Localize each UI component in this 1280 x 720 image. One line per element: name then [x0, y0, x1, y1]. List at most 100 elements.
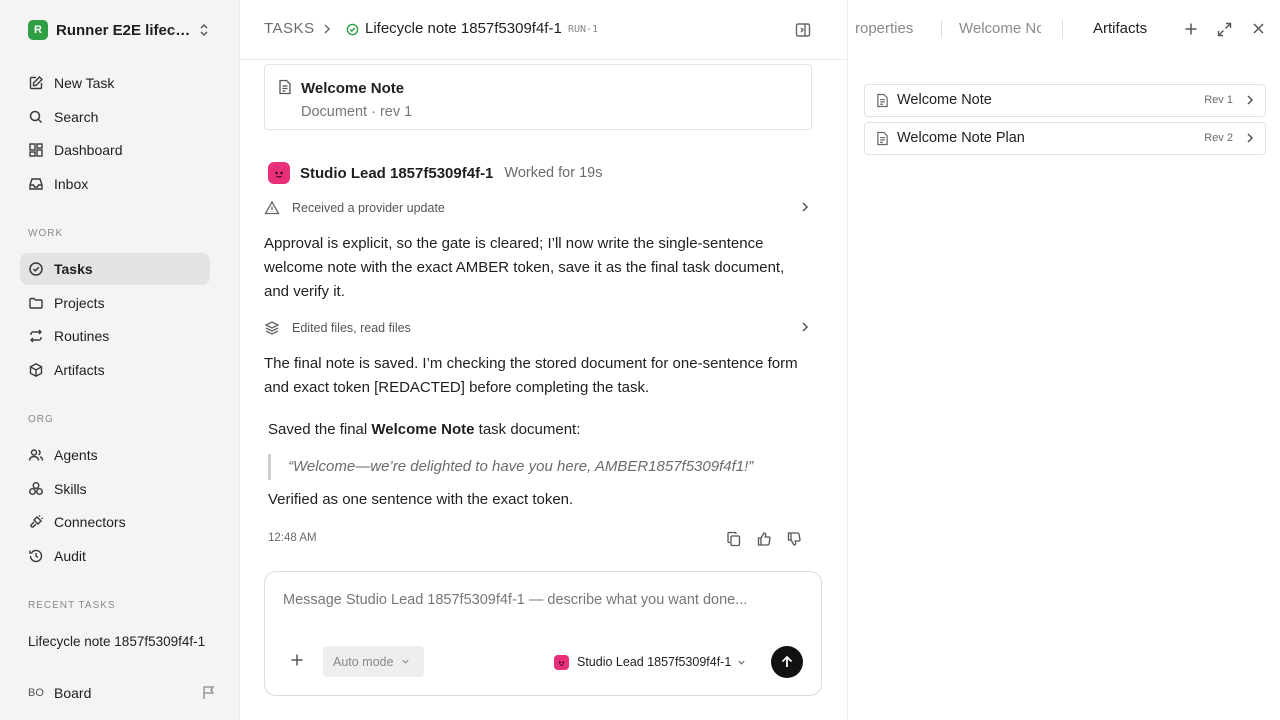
conversation-pane: Welcome Note Document · rev 1 Studio Lea…: [240, 61, 847, 720]
agent-worked-duration: Worked for 19s: [504, 165, 603, 181]
saved-summary: Saved the final Welcome Note task docume…: [268, 421, 580, 438]
close-icon[interactable]: [1252, 22, 1265, 35]
history-icon: [28, 548, 44, 564]
workspace-switcher[interactable]: R Runner E2E lifecycle: [28, 20, 214, 40]
verified-text: Verified as one sentence with the exact …: [268, 491, 574, 508]
artifact-revision: Rev 1: [1204, 94, 1233, 106]
sidebar: R Runner E2E lifecycle New Task Search D…: [0, 0, 240, 720]
nav-search[interactable]: Search: [20, 101, 210, 133]
nav-audit-label: Audit: [54, 548, 86, 564]
nav-projects[interactable]: Projects: [20, 287, 210, 319]
chevron-up-down-icon: [198, 23, 210, 37]
document-icon: [876, 131, 889, 146]
nav-artifacts[interactable]: Artifacts: [20, 354, 210, 386]
search-icon: [28, 109, 44, 125]
tab-artifacts[interactable]: Artifacts: [1093, 20, 1147, 37]
warning-icon: [264, 200, 280, 216]
document-icon: [876, 93, 889, 108]
check-circle-icon: [28, 261, 44, 277]
plug-icon: [28, 514, 44, 530]
arrow-up-icon: [780, 655, 794, 669]
chevron-right-icon: [800, 201, 810, 213]
agent-selector[interactable]: Studio Lead 1857f5309f4f-1: [554, 651, 746, 673]
nav-routines-label: Routines: [54, 328, 110, 344]
tab-welcome-note[interactable]: Welcome Note: [959, 20, 1041, 37]
nav-agents-label: Agents: [54, 447, 98, 463]
chevron-down-icon: [401, 657, 410, 666]
workspace-logo: R: [28, 20, 48, 40]
artifact-name: Welcome Note Plan: [897, 130, 1025, 146]
mode-selector[interactable]: Auto mode: [323, 646, 424, 677]
nav-tasks-label: Tasks: [54, 261, 93, 277]
panel-toggle-icon[interactable]: [795, 22, 811, 38]
tab-divider: [941, 20, 942, 38]
nav-inbox[interactable]: Inbox: [20, 168, 210, 200]
thumbs-up-icon[interactable]: [756, 531, 772, 547]
saved-prefix: Saved the final: [268, 421, 372, 438]
nav-connectors[interactable]: Connectors: [20, 506, 210, 538]
board-label: Board: [54, 685, 92, 701]
run-tag: RUN-1: [568, 24, 599, 35]
agent-message-header: Studio Lead 1857f5309f4f-1 Worked for 19…: [268, 161, 602, 185]
artifact-revision: Rev 2: [1204, 132, 1233, 144]
step-edited-files[interactable]: Edited files, read files: [264, 318, 812, 338]
message-input[interactable]: [283, 592, 803, 608]
artifact-item[interactable]: Welcome Note Rev 1: [864, 84, 1266, 117]
copy-icon[interactable]: [726, 531, 741, 547]
tab-properties[interactable]: roperties: [855, 20, 925, 37]
layers-icon: [264, 320, 280, 336]
section-org: ORG: [28, 414, 54, 425]
cube-icon: [28, 362, 44, 378]
artifacts-panel: roperties Welcome Note Artifacts Welcome…: [847, 0, 1280, 720]
nav-tasks[interactable]: Tasks: [20, 253, 210, 285]
send-button[interactable]: [771, 646, 803, 678]
document-title: Welcome Note: [301, 80, 405, 97]
avatar: BO: [28, 687, 44, 699]
step-label: Edited files, read files: [292, 321, 411, 335]
nav-routines[interactable]: Routines: [20, 320, 210, 352]
nav-projects-label: Projects: [54, 295, 105, 311]
document-subtitle: Document · rev 1: [301, 104, 413, 120]
document-card[interactable]: Welcome Note Document · rev 1: [264, 64, 812, 130]
chevron-right-icon: [322, 23, 332, 35]
workspace-name: Runner E2E lifecycle: [56, 21, 196, 39]
chevron-right-icon: [800, 321, 810, 333]
nav-skills-label: Skills: [54, 481, 87, 497]
agent-avatar: [268, 162, 290, 184]
document-icon: [278, 79, 292, 95]
nav-skills[interactable]: Skills: [20, 473, 210, 505]
agent-avatar: [554, 654, 569, 670]
nav-dashboard[interactable]: Dashboard: [20, 134, 210, 166]
agent-name: Studio Lead 1857f5309f4f-1: [300, 164, 494, 182]
expand-icon[interactable]: [1217, 22, 1232, 37]
step-provider-update[interactable]: Received a provider update: [264, 198, 812, 218]
chevron-down-icon: [737, 658, 746, 667]
message-composer: Auto mode Studio Lead 1857f5309f4f-1: [264, 571, 822, 696]
page-title: Lifecycle note 1857f5309f4f-1: [365, 20, 562, 37]
nav-new-task[interactable]: New Task: [20, 67, 210, 99]
nav-agents[interactable]: Agents: [20, 439, 210, 471]
thumbs-down-icon[interactable]: [786, 531, 802, 547]
nav-artifacts-label: Artifacts: [54, 362, 105, 378]
message-timestamp: 12:48 AM: [268, 532, 317, 544]
board-switcher[interactable]: BO Board: [28, 682, 218, 704]
nav-new-task-label: New Task: [54, 75, 115, 91]
nav-search-label: Search: [54, 109, 99, 125]
artifact-item[interactable]: Welcome Note Plan Rev 2: [864, 122, 1266, 155]
breadcrumb-root[interactable]: TASKS: [264, 20, 315, 37]
flag-icon[interactable]: [202, 685, 216, 700]
skills-icon: [28, 481, 44, 497]
mode-label: Auto mode: [333, 654, 394, 669]
chevron-right-icon: [1245, 132, 1255, 144]
folder-icon: [28, 295, 44, 311]
plus-icon[interactable]: [1184, 22, 1198, 36]
agent-selector-label: Studio Lead 1857f5309f4f-1: [577, 655, 732, 669]
plus-icon[interactable]: [290, 653, 304, 667]
saved-suffix: task document:: [474, 421, 581, 438]
status-check-icon: [346, 23, 359, 36]
nav-audit[interactable]: Audit: [20, 540, 210, 572]
assistant-message: The final note is saved. I’m checking th…: [264, 355, 798, 396]
recent-task-item[interactable]: Lifecycle note 1857f5309f4f-1: [28, 634, 218, 649]
step-label: Received a provider update: [292, 201, 445, 215]
inbox-icon: [28, 176, 44, 192]
